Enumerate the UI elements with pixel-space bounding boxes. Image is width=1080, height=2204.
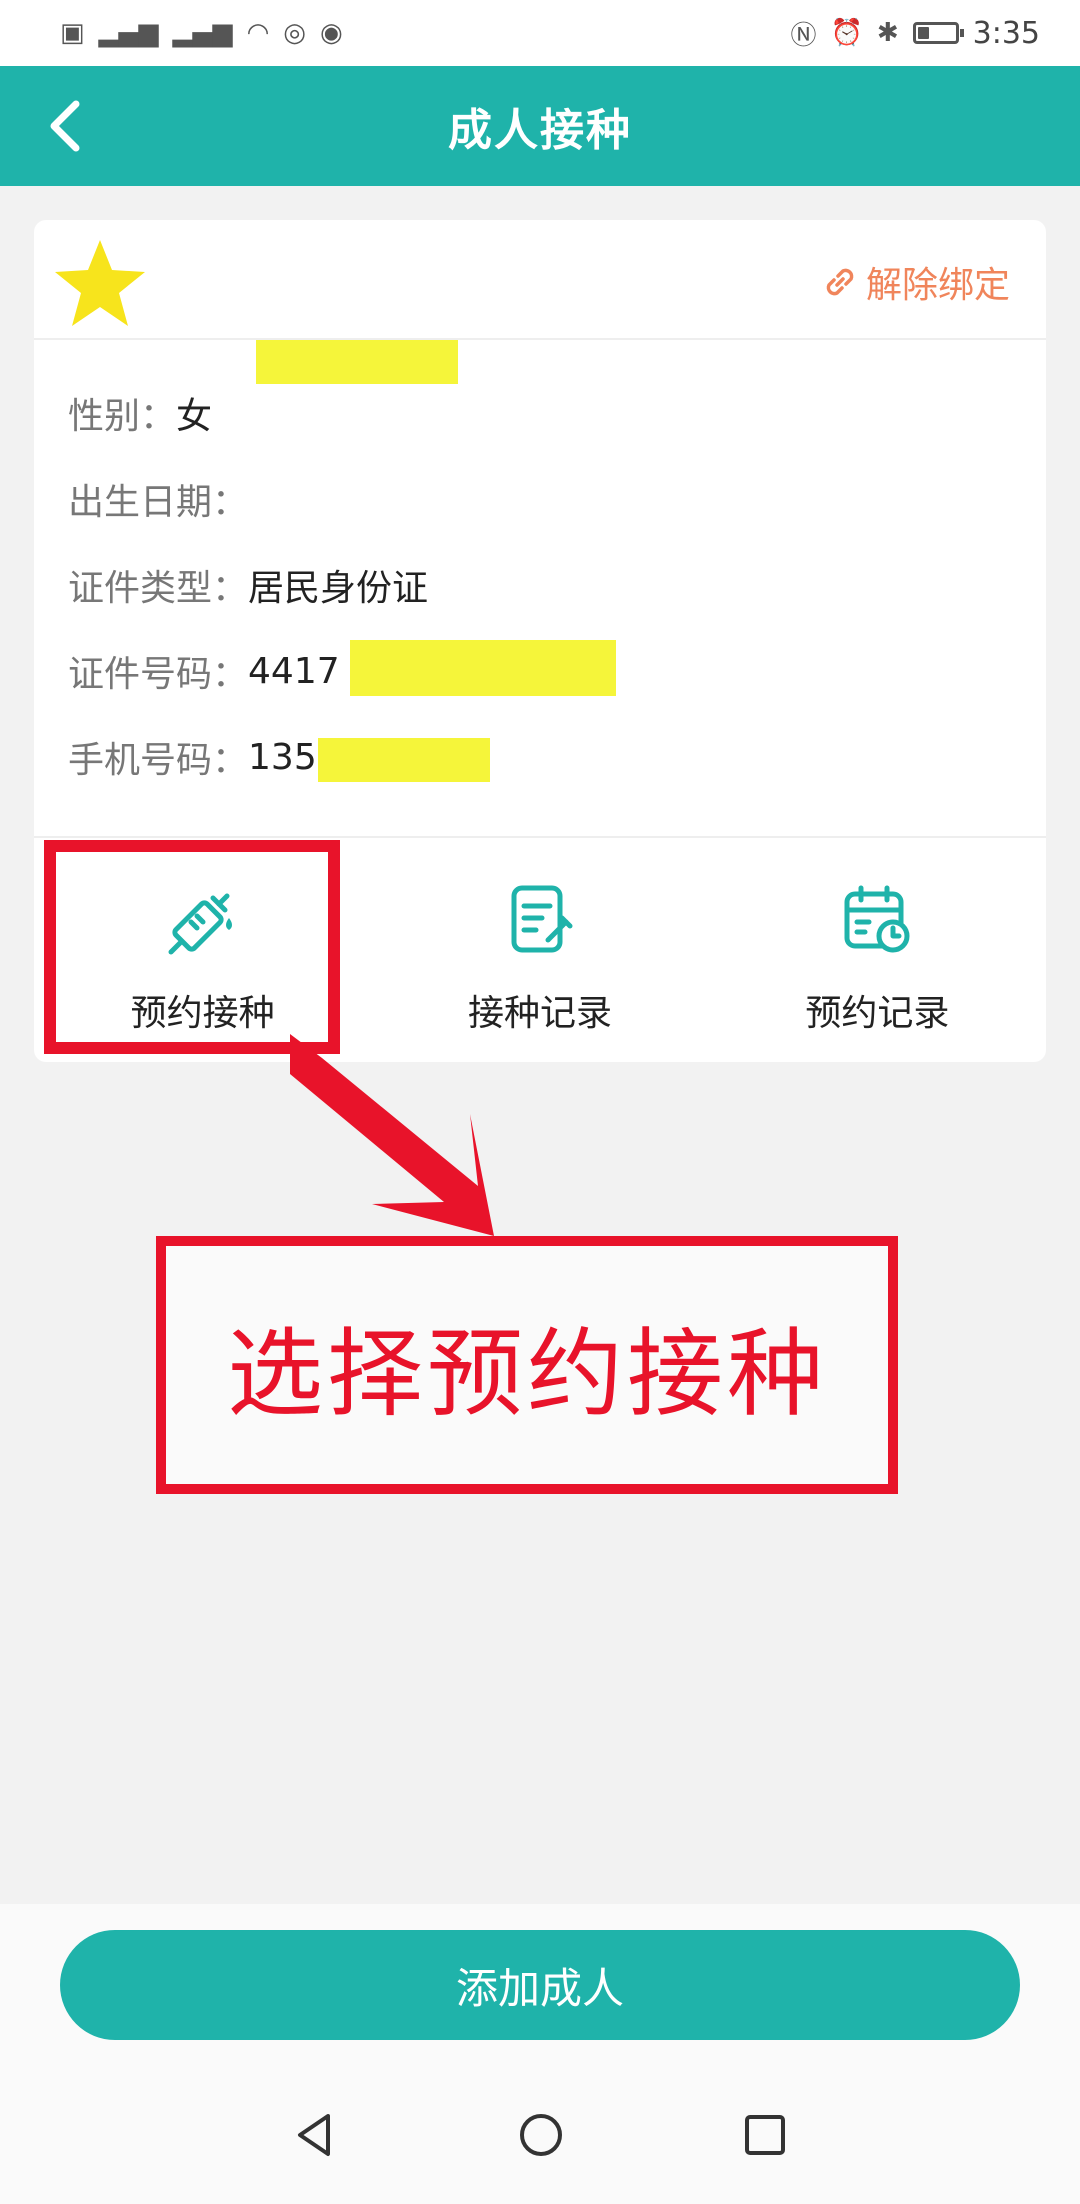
nav-back-icon[interactable] <box>290 2110 340 2160</box>
annotation-callout-text: 选择预约接种 <box>227 1317 827 1430</box>
nav-recent-apps-icon[interactable] <box>740 2110 790 2160</box>
nav-home-icon[interactable] <box>516 2110 566 2160</box>
annotation-arrow-icon <box>290 1034 494 1236</box>
system-navigation-bar <box>0 2110 1080 2190</box>
annotation-callout-box: 选择预约接种 <box>156 1236 898 1494</box>
add-adult-button[interactable]: 添加成人 <box>60 1930 1020 2040</box>
